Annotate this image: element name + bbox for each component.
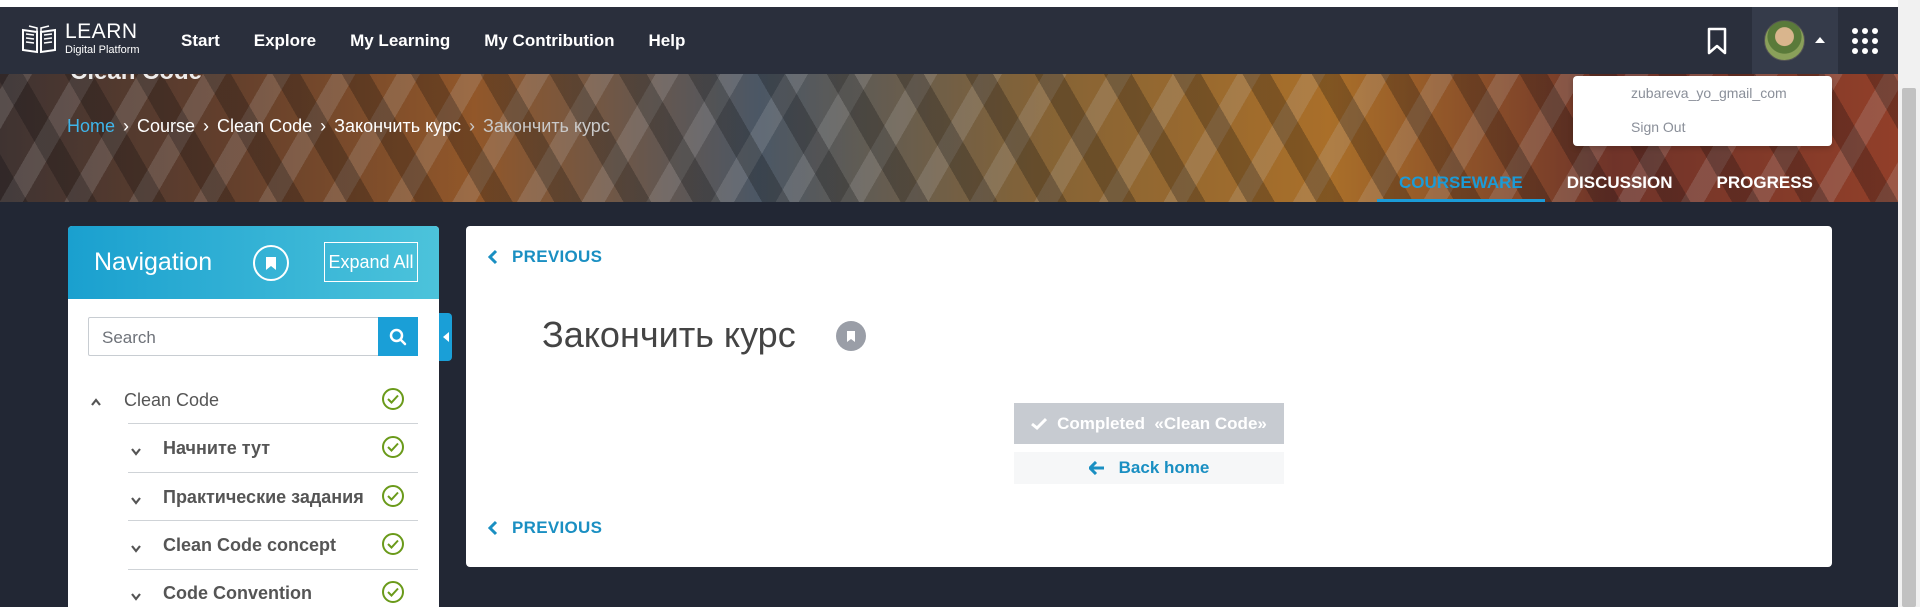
breadcrumb: Home › Course › Clean Code › Закончить к… (67, 116, 610, 137)
check-circle-icon (382, 485, 404, 507)
nav-my-contribution[interactable]: My Contribution (484, 31, 614, 51)
check-circle-icon (382, 581, 404, 603)
breadcrumb-item[interactable]: Course (137, 116, 195, 137)
breadcrumb-chevron-icon: › (203, 116, 210, 136)
book-icon (22, 24, 56, 53)
bookmark-icon[interactable] (1706, 27, 1728, 55)
tab-progress[interactable]: PROGRESS (1695, 163, 1835, 202)
nav-explore[interactable]: Explore (254, 31, 316, 51)
search-input[interactable]: Search (102, 328, 156, 348)
course-tabs: COURSEWARE DISCUSSION PROGRESS (1377, 163, 1835, 202)
tab-courseware[interactable]: COURSEWARE (1377, 163, 1545, 202)
user-menu-toggle[interactable] (1752, 7, 1838, 74)
breadcrumb-chevron-icon: › (468, 116, 475, 136)
scrollbar-thumb[interactable] (1902, 88, 1916, 607)
apps-grid-icon[interactable] (1852, 28, 1878, 54)
sidebar-collapse-toggle[interactable] (439, 313, 452, 361)
tree-item-subsection[interactable]: Clean Code concept (68, 521, 439, 569)
breadcrumb-item[interactable]: Закончить курс (334, 116, 461, 137)
tree-item-label: Code Convention (163, 583, 312, 603)
main-nav: Start Explore My Learning My Contributio… (181, 7, 719, 74)
check-circle-icon (382, 388, 404, 410)
caret-left-icon (442, 332, 449, 342)
check-circle-icon (382, 436, 404, 458)
brand-logo[interactable]: LEARN Digital Platform (21, 21, 140, 56)
browser-top-strip (0, 0, 1898, 7)
unit-title: Закончить курс (542, 314, 796, 355)
sidebar-title: Navigation (94, 248, 213, 276)
arrow-left-icon (1088, 461, 1104, 475)
tree-item-label: Начните тут (163, 438, 271, 458)
tree-item-label: Clean Code concept (163, 535, 337, 555)
tree-item-subsection[interactable]: Начните тут (68, 424, 439, 472)
expand-all-button[interactable]: Expand All (324, 242, 418, 282)
previous-label: PREVIOUS (512, 518, 603, 537)
chevron-up-icon (91, 398, 101, 406)
breadcrumb-home[interactable]: Home (67, 116, 115, 137)
tree-item-label: Практические задания (163, 487, 364, 507)
chevron-down-icon (131, 448, 141, 456)
brand-name: LEARN (65, 20, 138, 43)
chevron-left-icon (488, 520, 498, 536)
previous-button-top[interactable]: PREVIOUS (488, 247, 602, 267)
tree-item-section[interactable]: Clean Code (68, 376, 439, 424)
bookmark-icon (266, 256, 276, 270)
top-navbar: LEARN Digital Platform Start Explore My … (0, 7, 1898, 74)
previous-button-bottom[interactable]: PREVIOUS (488, 518, 602, 538)
course-navigation-sidebar: Navigation Expand All Search Clean Code … (68, 226, 439, 607)
breadcrumb-chevron-icon: › (320, 116, 327, 136)
breadcrumb-chevron-icon: › (123, 116, 130, 136)
brand-subtitle: Digital Platform (65, 44, 140, 56)
nav-help[interactable]: Help (649, 31, 686, 51)
previous-label: PREVIOUS (512, 247, 603, 266)
caret-up-icon (1815, 37, 1825, 43)
unit-content-panel: PREVIOUS Закончить курс Completed «Clean… (466, 226, 1832, 567)
breadcrumb-item[interactable]: Clean Code (217, 116, 312, 137)
search-icon (389, 328, 407, 345)
chevron-left-icon (488, 249, 498, 265)
back-home-link[interactable]: Back home (1014, 452, 1284, 484)
chevron-down-icon (131, 593, 141, 601)
nav-my-learning[interactable]: My Learning (350, 31, 450, 51)
chevron-down-icon (131, 545, 141, 553)
nav-start[interactable]: Start (181, 31, 220, 51)
sidebar-header: Navigation Expand All (68, 226, 439, 299)
unit-bookmark-button[interactable] (836, 321, 866, 351)
sign-out-link[interactable]: Sign Out (1631, 119, 1685, 135)
back-home-label: Back home (1118, 458, 1210, 477)
user-dropdown: zubareva_yo_gmail_com Sign Out (1573, 76, 1832, 146)
tab-discussion[interactable]: DISCUSSION (1545, 163, 1695, 202)
bookmark-icon (847, 330, 855, 342)
sidebar-bookmarks-button[interactable] (253, 245, 289, 281)
tree-item-subsection[interactable]: Практические задания (68, 473, 439, 521)
check-circle-icon (382, 533, 404, 555)
check-icon (1031, 417, 1048, 430)
avatar (1764, 20, 1805, 61)
sidebar-search[interactable]: Search (88, 317, 418, 356)
tree-item-label: Clean Code (124, 390, 220, 410)
user-email[interactable]: zubareva_yo_gmail_com (1631, 85, 1787, 101)
tree-item-subsection[interactable]: Code Convention (68, 569, 439, 607)
breadcrumb-current: Закончить курс (482, 116, 610, 136)
page-scrollbar[interactable] (1898, 0, 1920, 607)
completed-label: Completed «Clean Code» (1057, 413, 1267, 433)
completed-button[interactable]: Completed «Clean Code» (1014, 403, 1284, 444)
chevron-down-icon (131, 497, 141, 505)
search-button[interactable] (378, 317, 418, 356)
